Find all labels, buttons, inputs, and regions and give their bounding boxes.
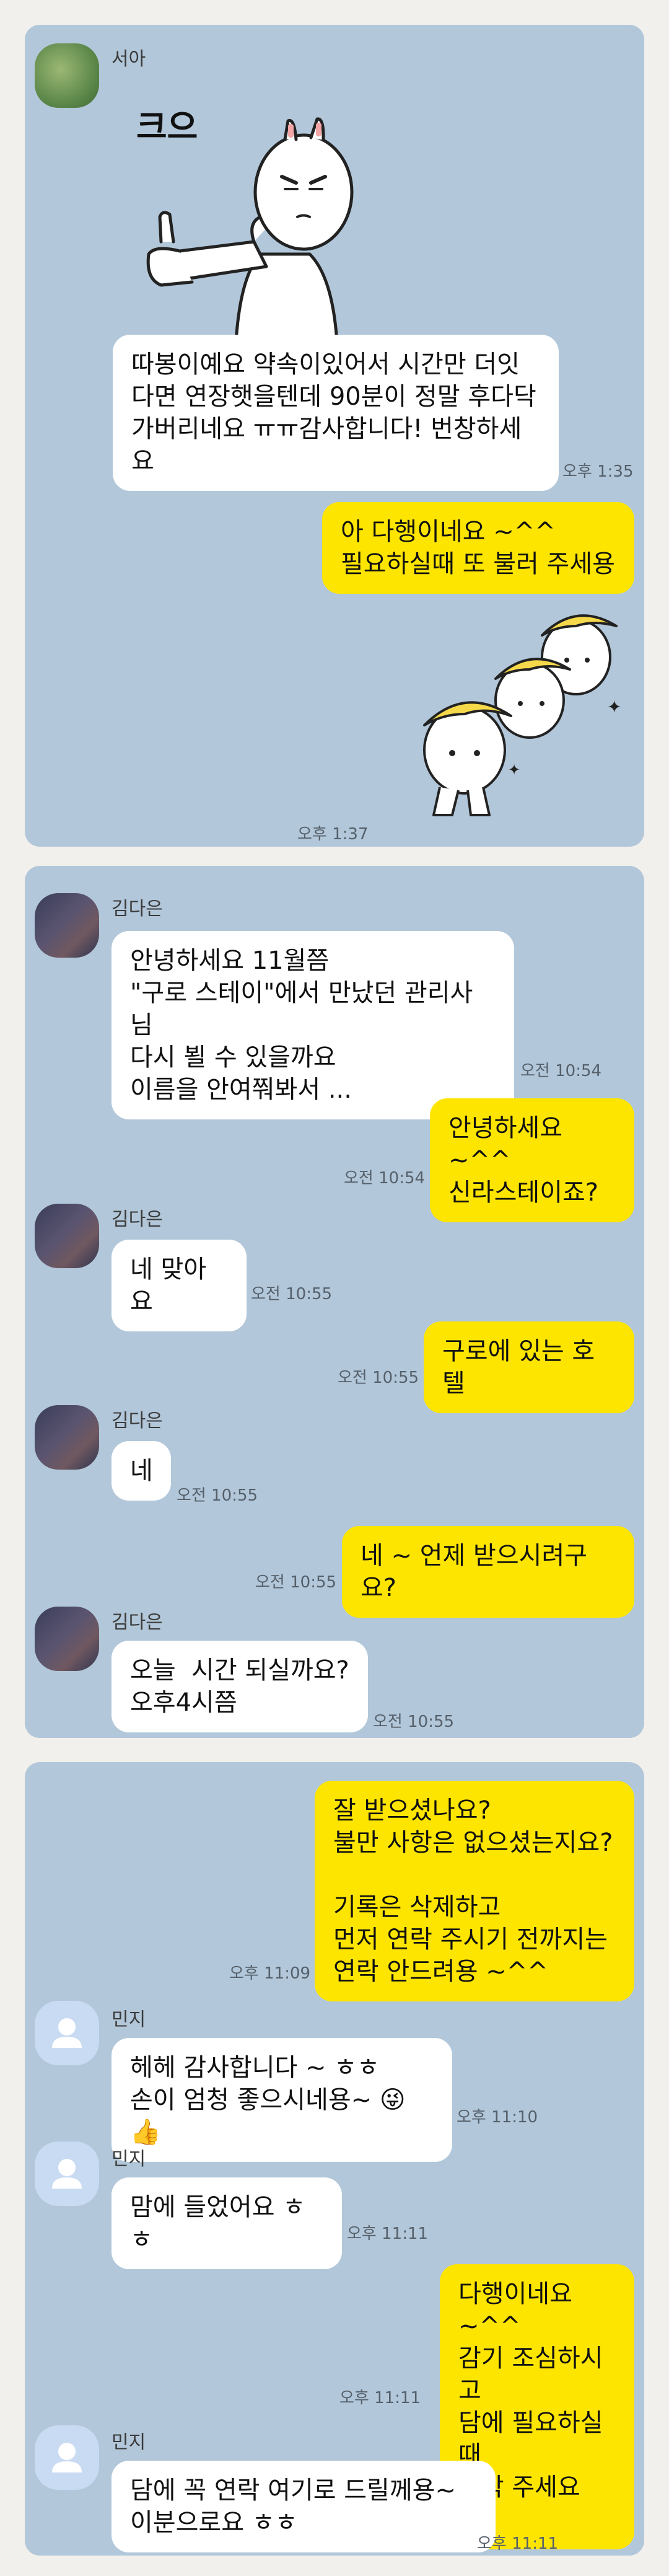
message-bubble-mine[interactable]: 아 다행이네요 ~^^ 필요하실때 또 불러 주세용 (322, 502, 634, 594)
default-user-icon (52, 2443, 82, 2472)
message-time: 오후 11:10 (457, 2108, 538, 2127)
default-user-icon (52, 2018, 82, 2048)
avatar-kimdaeun[interactable] (35, 1607, 99, 1671)
sender-name: 민지 (112, 2432, 146, 2453)
message-bubble[interactable]: 헤헤 감사합니다 ~ ㅎㅎ 손이 엄청 좋으시네용~ 😜👍 (112, 2038, 452, 2162)
chat-panel-1: 서아 크으 따봉이예요 약속이있어서 시간만 더잇 다면 연장햇을텐데 90분이… (25, 25, 644, 847)
message-bubble[interactable]: 따봉이예요 약속이있어서 시간만 더잇 다면 연장햇을텐데 90분이 정말 후다… (113, 335, 559, 491)
message-time: 오후 11:11 (339, 2389, 421, 2407)
avatar-seoa[interactable] (35, 43, 99, 108)
message-time: 오전 10:55 (255, 1573, 337, 1592)
message-bubble-mine[interactable]: 잘 받으셨나요? 불만 사항은 없으셨는지요? 기록은 삭제하고 먼저 연락 주… (315, 1781, 634, 2001)
message-time: 오후 11:09 (229, 1964, 311, 1983)
chat-panel-2: 김다은 안녕하세요 11월쯤 "구로 스테이"에서 만났던 관리사님 다시 뵐 … (25, 866, 644, 1738)
message-time: 오전 10:55 (373, 1713, 455, 1731)
message-bubble[interactable]: 맘에 들었어요 ㅎㅎ (112, 2177, 342, 2269)
avatar-kimdaeun[interactable] (35, 1405, 99, 1470)
sender-name: 김다은 (112, 1612, 163, 1633)
message-time: 오후 11:11 (347, 2225, 429, 2243)
sender-name: 김다은 (112, 1209, 163, 1230)
message-bubble[interactable]: 오늘 시간 되실까요? 오후4시쯤 (112, 1641, 368, 1732)
svg-text:✦: ✦ (607, 697, 621, 717)
sender-name: 김다은 (112, 898, 163, 920)
chat-panel-3: 잘 받으셨나요? 불만 사항은 없으셨는지요? 기록은 삭제하고 먼저 연락 주… (25, 1762, 644, 2556)
message-time: 오후 11:11 (477, 2534, 559, 2553)
avatar-kimdaeun[interactable] (35, 1204, 99, 1268)
message-time: 오전 10:55 (338, 1369, 419, 1387)
message-time: 오전 10:55 (251, 1285, 333, 1303)
message-time: 오후 1:35 (562, 462, 634, 481)
default-user-icon (52, 2159, 82, 2189)
message-bubble[interactable]: 담에 꼭 연락 여기로 드릴께용~ 이분으로요 ㅎㅎ (112, 2461, 496, 2552)
sticker-text: 크으 (136, 107, 198, 146)
sender-name: 서아 (112, 48, 146, 70)
message-bubble[interactable]: 네 (112, 1441, 171, 1501)
banana-bunnies-sticker[interactable]: ✦ ✦ (390, 601, 638, 824)
sender-name: 김다은 (112, 1410, 163, 1432)
avatar-minji[interactable] (35, 2425, 99, 2490)
message-time: 오후 1:37 (297, 825, 369, 844)
message-time: 오전 10:55 (177, 1486, 258, 1505)
avatar-minji[interactable] (35, 2001, 99, 2065)
message-time: 오전 10:54 (520, 1062, 602, 1080)
message-bubble[interactable]: 네 맞아요 (112, 1240, 247, 1331)
message-bubble-mine[interactable]: 구로에 있는 호텔 (424, 1321, 634, 1413)
sender-name: 민지 (112, 2009, 146, 2031)
message-time: 오전 10:54 (344, 1169, 426, 1188)
svg-text:✦: ✦ (508, 761, 520, 779)
message-bubble[interactable]: 안녕하세요 11월쯤 "구로 스테이"에서 만났던 관리사님 다시 뵐 수 있을… (112, 931, 514, 1119)
message-bubble-mine[interactable]: 안녕하세요 ~^^ 신라스테이죠? (430, 1098, 634, 1222)
avatar-kimdaeun[interactable] (35, 893, 99, 958)
sender-name: 민지 (112, 2148, 146, 2170)
avatar-minji[interactable] (35, 2142, 99, 2206)
message-bubble-mine[interactable]: 네 ~ 언제 받으시려구요? (342, 1526, 634, 1618)
